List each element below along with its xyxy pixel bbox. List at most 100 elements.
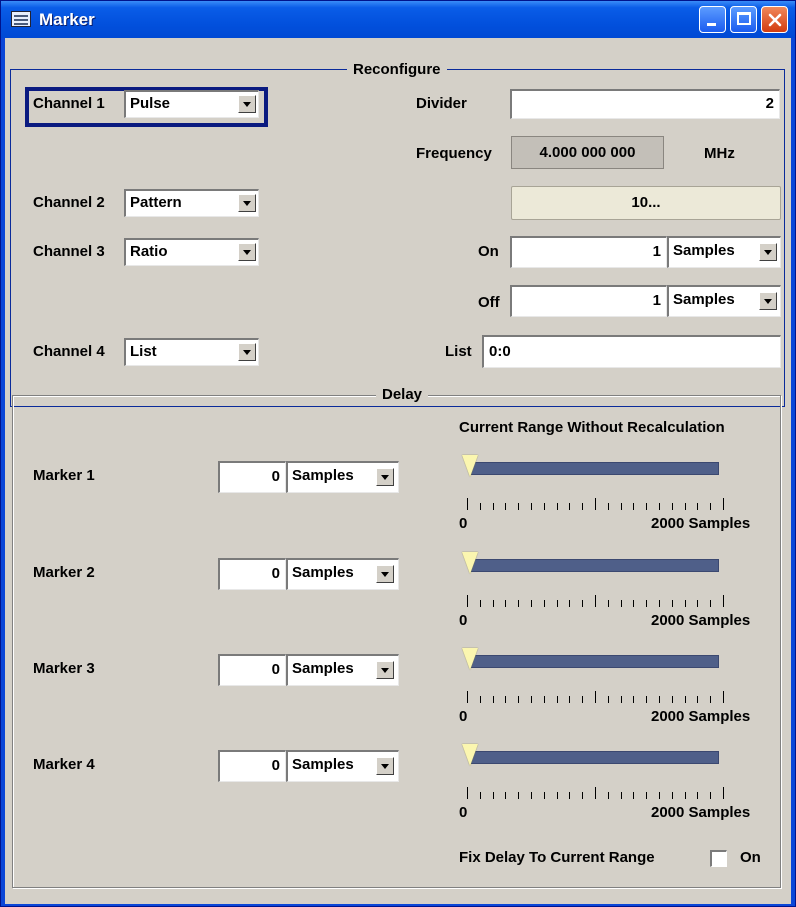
chevron-down-icon[interactable] — [238, 194, 256, 212]
reconfigure-legend: Reconfigure — [347, 61, 447, 78]
channel-2-select[interactable]: Pattern — [124, 189, 259, 217]
chevron-down-icon[interactable] — [759, 243, 777, 261]
range-tick — [646, 696, 647, 703]
range-tick — [582, 696, 583, 703]
range-tick — [723, 498, 724, 510]
range-tick — [646, 600, 647, 607]
chevron-down-icon[interactable] — [376, 661, 394, 679]
range-min-label: 0 — [459, 708, 468, 725]
close-icon — [768, 13, 782, 27]
range-pointer-icon[interactable] — [462, 455, 478, 477]
fix-delay-checkbox[interactable] — [710, 850, 727, 867]
channel-1-label: Channel 1 — [33, 95, 105, 112]
chevron-down-icon[interactable] — [376, 757, 394, 775]
range-tick — [685, 503, 686, 510]
range-tick — [531, 792, 532, 799]
range-tick — [518, 792, 519, 799]
range-tick — [557, 503, 558, 510]
marker-unit-value: Samples — [292, 564, 354, 581]
range-max-label: 2000 Samples — [651, 515, 751, 532]
channel-4-select[interactable]: List — [124, 338, 259, 366]
window-app-icon — [11, 11, 31, 27]
channel-1-value: Pulse — [130, 95, 171, 112]
marker-unit-value: Samples — [292, 467, 354, 484]
range-pointer-icon[interactable] — [462, 744, 478, 766]
minimize-button[interactable] — [699, 6, 726, 33]
range-tick — [582, 503, 583, 510]
range-bar — [470, 462, 719, 475]
chevron-down-icon[interactable] — [238, 243, 256, 261]
range-tick — [557, 696, 558, 703]
marker-unit-select[interactable]: Samples — [286, 654, 399, 686]
channel-4-label: Channel 4 — [33, 343, 105, 360]
range-pointer-icon[interactable] — [462, 552, 478, 574]
range-tick — [633, 792, 634, 799]
pattern-button[interactable]: 10... — [511, 186, 781, 220]
range-pointer-icon[interactable] — [462, 648, 478, 670]
marker-delay-input[interactable]: 0 — [218, 558, 286, 590]
range-tick — [518, 503, 519, 510]
marker-unit-select[interactable]: Samples — [286, 461, 399, 493]
chevron-down-icon[interactable] — [376, 565, 394, 583]
range-tick — [531, 600, 532, 607]
range-tick — [480, 503, 481, 510]
chevron-down-icon[interactable] — [376, 468, 394, 486]
marker-unit-value: Samples — [292, 660, 354, 677]
range-tick — [697, 600, 698, 607]
marker-delay-input[interactable]: 0 — [218, 461, 286, 493]
range-tick — [633, 600, 634, 607]
range-tick — [467, 595, 468, 607]
range-tick — [582, 600, 583, 607]
range-tick — [723, 787, 724, 799]
range-tick — [505, 792, 506, 799]
channel-1-select[interactable]: Pulse — [124, 90, 259, 118]
range-tick — [646, 792, 647, 799]
range-tick — [505, 696, 506, 703]
range-tick — [672, 792, 673, 799]
delay-legend: Delay — [376, 386, 429, 403]
range-tick — [493, 696, 494, 703]
maximize-button[interactable] — [730, 6, 757, 33]
range-tick — [621, 792, 622, 799]
off-unit-select[interactable]: Samples — [667, 285, 781, 317]
marker-delay-input[interactable]: 0 — [218, 750, 286, 782]
chevron-down-icon[interactable] — [759, 292, 777, 310]
range-tick — [505, 600, 506, 607]
off-unit-value: Samples — [673, 291, 735, 308]
range-tick — [595, 787, 596, 799]
range-tick — [659, 696, 660, 703]
chevron-down-icon[interactable] — [238, 343, 256, 361]
range-tick — [544, 696, 545, 703]
maximize-icon — [737, 12, 751, 25]
list-input[interactable]: 0:0 — [482, 335, 781, 368]
range-tick — [608, 792, 609, 799]
marker-unit-select[interactable]: Samples — [286, 558, 399, 590]
marker-delay-input[interactable]: 0 — [218, 654, 286, 686]
channel-3-select[interactable]: Ratio — [124, 238, 259, 266]
range-tick — [633, 503, 634, 510]
range-bar — [470, 559, 719, 572]
list-label: List — [445, 343, 472, 360]
range-tick — [685, 600, 686, 607]
range-min-label: 0 — [459, 804, 468, 821]
divider-input[interactable]: 2 — [510, 89, 780, 119]
range-tick — [569, 503, 570, 510]
range-tick — [685, 792, 686, 799]
marker-unit-select[interactable]: Samples — [286, 750, 399, 782]
on-unit-select[interactable]: Samples — [667, 236, 781, 268]
close-button[interactable] — [761, 6, 788, 33]
range-tick — [480, 792, 481, 799]
frequency-readout: 4.000 000 000 — [511, 136, 664, 169]
range-tick — [659, 792, 660, 799]
range-tick — [659, 503, 660, 510]
range-tick — [710, 503, 711, 510]
on-input[interactable]: 1 — [510, 236, 667, 268]
marker-label: Marker 4 — [33, 756, 95, 773]
range-tick — [723, 691, 724, 703]
range-tick — [659, 600, 660, 607]
off-label: Off — [478, 294, 500, 311]
range-tick — [493, 792, 494, 799]
chevron-down-icon[interactable] — [238, 95, 256, 113]
off-input[interactable]: 1 — [510, 285, 667, 317]
title-bar[interactable]: Marker — [1, 1, 795, 38]
